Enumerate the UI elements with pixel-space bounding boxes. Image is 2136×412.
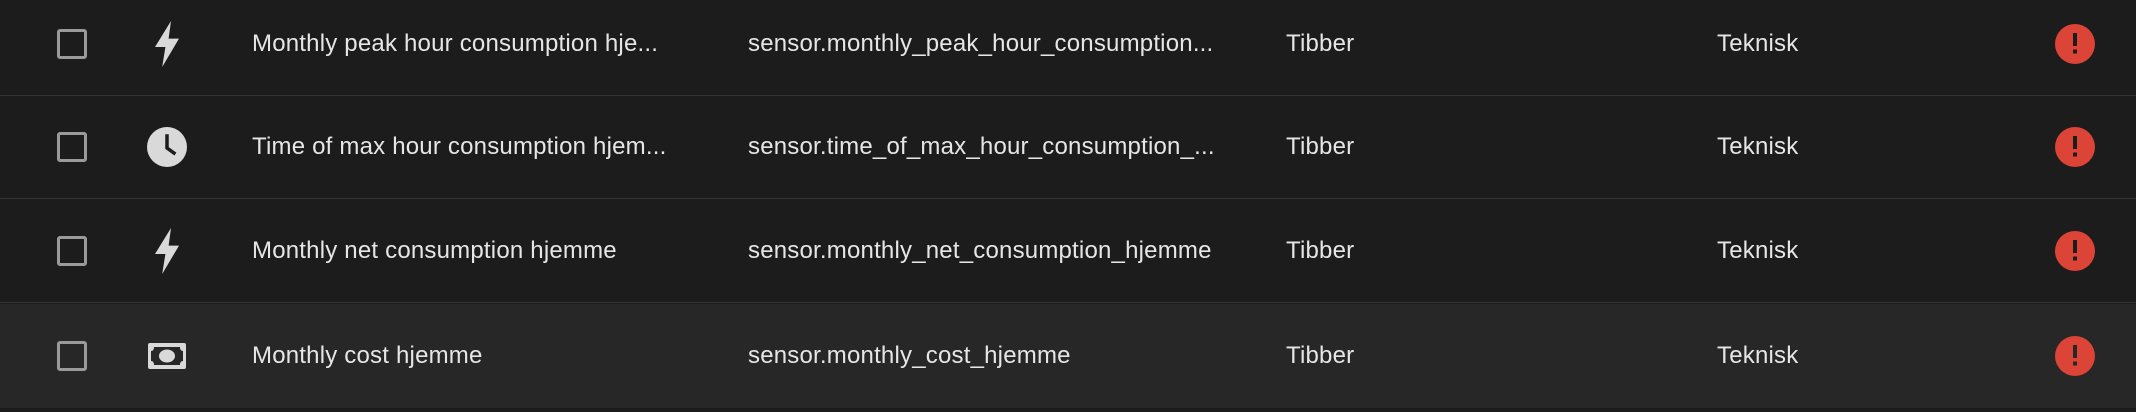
area-cell: Teknisk (1717, 96, 2017, 198)
integration-cell: Tibber (1286, 0, 1586, 95)
entity-name: Monthly cost hjemme (252, 342, 483, 369)
alert-circle-icon[interactable] (2055, 24, 2095, 64)
row-select-cell (52, 0, 92, 95)
entity-name: Monthly peak hour consumption hje... (252, 30, 659, 57)
entity-name-cell: Monthly net consumption hjemme (252, 200, 692, 302)
row-select-cell (52, 200, 92, 302)
entity-id-cell: sensor.monthly_peak_hour_consumption... (748, 0, 1224, 95)
entity-id: sensor.monthly_net_consumption_hjemme (748, 237, 1212, 264)
integration-cell: Tibber (1286, 96, 1586, 198)
area-cell: Teknisk (1717, 200, 2017, 302)
integration-name: Tibber (1286, 133, 1355, 160)
entity-name-cell: Monthly cost hjemme (252, 304, 692, 408)
area-name: Teknisk (1717, 30, 1799, 57)
entity-icon-cell (144, 0, 190, 95)
alert-circle-icon[interactable] (2055, 336, 2095, 376)
entity-name-cell: Time of max hour consumption hjem... (252, 96, 692, 198)
row-checkbox[interactable] (57, 236, 87, 266)
entity-icon-cell (144, 96, 190, 198)
entity-id-cell: sensor.time_of_max_hour_consumption_... (748, 96, 1224, 198)
row-checkbox[interactable] (57, 341, 87, 371)
entity-name: Monthly net consumption hjemme (252, 237, 617, 264)
table-row[interactable]: Monthly cost hjemme sensor.monthly_cost_… (0, 304, 2136, 408)
clock-icon (146, 126, 188, 168)
row-select-cell (52, 96, 92, 198)
entity-icon-cell (144, 200, 190, 302)
alert-circle-icon[interactable] (2055, 127, 2095, 167)
cash-icon (148, 343, 186, 369)
entities-table: Monthly peak hour consumption hje... sen… (0, 0, 2136, 412)
entity-id: sensor.time_of_max_hour_consumption_... (748, 133, 1215, 160)
integration-cell: Tibber (1286, 200, 1586, 302)
entity-icon-cell (144, 304, 190, 408)
area-cell: Teknisk (1717, 304, 2017, 408)
area-name: Teknisk (1717, 342, 1799, 369)
area-name: Teknisk (1717, 133, 1799, 160)
status-cell (2054, 304, 2096, 408)
row-select-cell (52, 304, 92, 408)
integration-name: Tibber (1286, 237, 1355, 264)
area-cell: Teknisk (1717, 0, 2017, 95)
row-checkbox[interactable] (57, 29, 87, 59)
table-row[interactable]: Monthly net consumption hjemme sensor.mo… (0, 200, 2136, 303)
integration-name: Tibber (1286, 30, 1355, 57)
integration-name: Tibber (1286, 342, 1355, 369)
integration-cell: Tibber (1286, 304, 1586, 408)
table-row[interactable]: Time of max hour consumption hjem... sen… (0, 96, 2136, 199)
flash-icon (153, 228, 181, 274)
entity-name-cell: Monthly peak hour consumption hje... (252, 0, 692, 95)
entity-id: sensor.monthly_cost_hjemme (748, 342, 1071, 369)
alert-circle-icon[interactable] (2055, 231, 2095, 271)
table-row[interactable]: Monthly peak hour consumption hje... sen… (0, 0, 2136, 96)
entity-id-cell: sensor.monthly_cost_hjemme (748, 304, 1224, 408)
entity-id: sensor.monthly_peak_hour_consumption... (748, 30, 1214, 57)
row-checkbox[interactable] (57, 132, 87, 162)
status-cell (2054, 200, 2096, 302)
area-name: Teknisk (1717, 237, 1799, 264)
status-cell (2054, 0, 2096, 95)
entity-name: Time of max hour consumption hjem... (252, 133, 667, 160)
flash-icon (153, 21, 181, 67)
entity-id-cell: sensor.monthly_net_consumption_hjemme (748, 200, 1224, 302)
status-cell (2054, 96, 2096, 198)
